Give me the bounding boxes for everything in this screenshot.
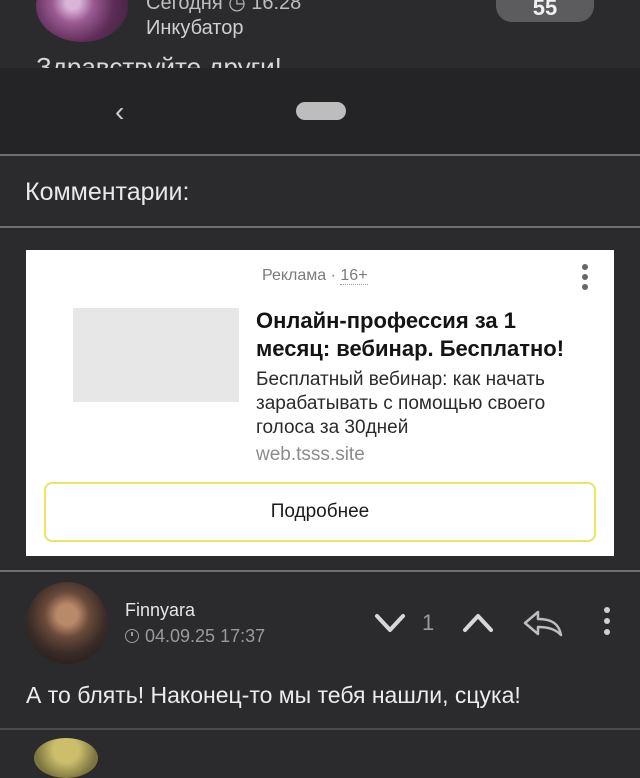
- ad-domain[interactable]: web.tsss.site: [256, 444, 365, 466]
- home-handle[interactable]: [296, 102, 346, 120]
- ad-image[interactable]: [73, 308, 239, 402]
- post-score-badge[interactable]: 55: [496, 0, 594, 22]
- comment-avatar[interactable]: [26, 582, 108, 664]
- ad-card[interactable]: Реклама · 16+ Онлайн-профессия за 1 меся…: [26, 250, 614, 556]
- post-avatar[interactable]: [36, 0, 128, 42]
- comment-more-icon[interactable]: [602, 607, 612, 640]
- ad-description: Бесплатный вебинар: как начать зарабатыв…: [256, 369, 546, 438]
- vote-up-icon[interactable]: [462, 612, 494, 634]
- ad-label: Реклама · 16+: [262, 267, 368, 285]
- vote-down-icon[interactable]: [374, 612, 406, 634]
- comment-vote-count: 1: [422, 610, 435, 635]
- ad-more-button[interactable]: Подробнее: [44, 482, 596, 542]
- comment-author[interactable]: Finnyara: [125, 600, 195, 621]
- divider: [0, 570, 640, 572]
- previous-post: Сегодня ◷ 16:28 Инкубатор 55 Здравствуйт…: [0, 0, 640, 68]
- comments-header: Комментарии:: [0, 156, 640, 228]
- next-comment-avatar[interactable]: [34, 738, 98, 778]
- comment-date-text: 04.09.25 17:37: [145, 626, 266, 646]
- ad-headline[interactable]: Онлайн-профессия за 1 месяц: вебинар. Бе…: [256, 307, 596, 363]
- comment-date: 04.09.25 17:37: [125, 626, 265, 647]
- ad-label-text: Реклама: [262, 267, 327, 284]
- reply-icon[interactable]: [522, 608, 564, 638]
- ad-age-rating: 16+: [340, 267, 368, 285]
- clock-icon: [125, 629, 139, 643]
- ad-more-icon[interactable]: [579, 264, 591, 298]
- comments-title: Комментарии:: [25, 178, 190, 206]
- comment-text: А то блять! Наконец-то мы тебя нашли, сц…: [26, 682, 521, 708]
- post-date: Сегодня ◷ 16:28: [146, 0, 302, 14]
- divider: [0, 728, 640, 730]
- post-text: Здравствуйте други!: [36, 52, 282, 68]
- navigation-bar: ‹: [0, 68, 640, 156]
- back-chevron-icon[interactable]: ‹: [115, 96, 124, 128]
- post-author[interactable]: Инкубатор: [146, 17, 243, 40]
